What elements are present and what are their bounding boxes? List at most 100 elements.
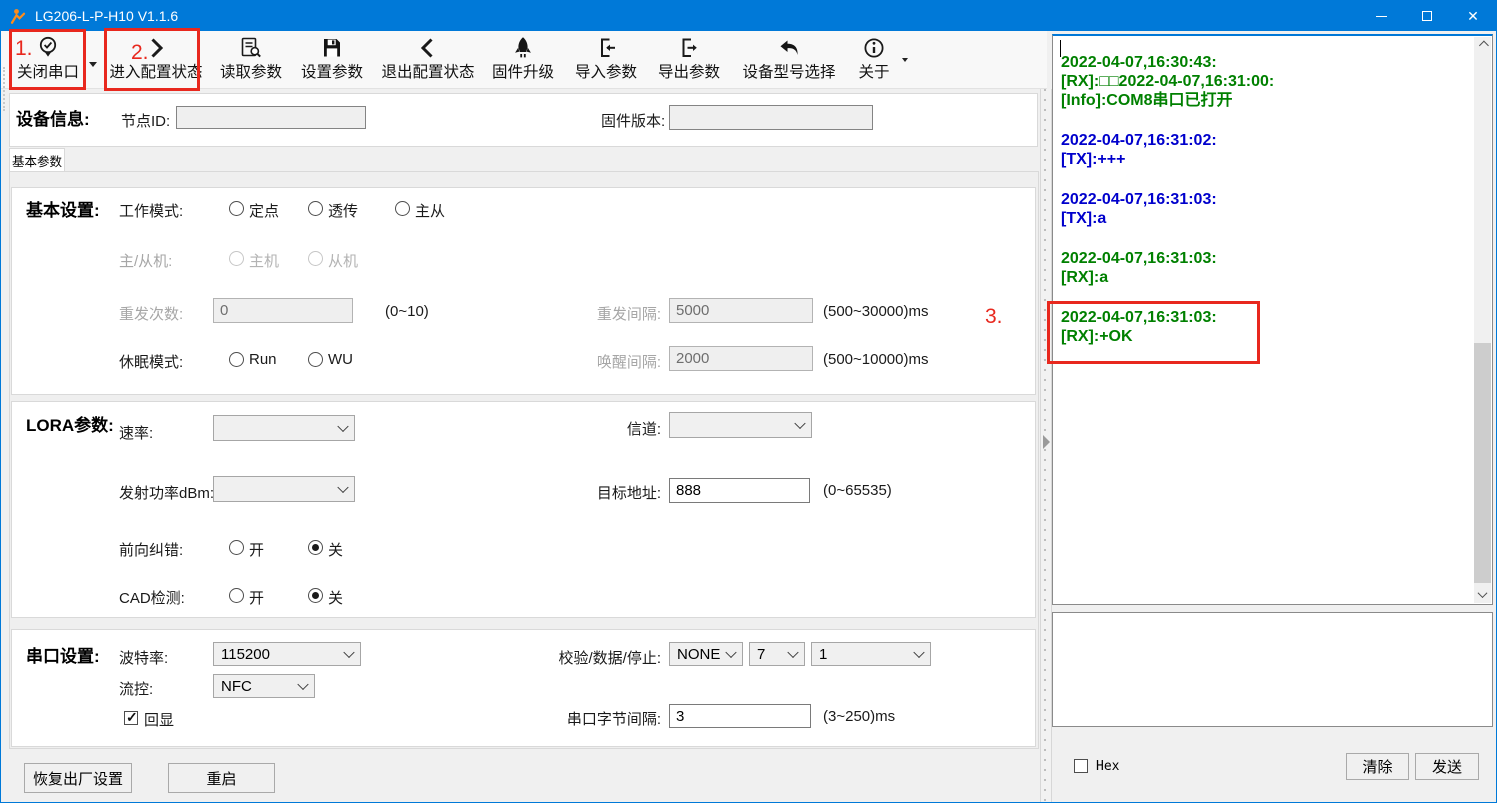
sleep-mode-radio-wu[interactable]	[308, 352, 323, 367]
parity-select[interactable]: NONE	[669, 642, 743, 666]
work-mode-option-transparent-label: 透传	[328, 200, 358, 221]
rate-select[interactable]	[213, 415, 355, 441]
rate-label: 速率:	[119, 422, 153, 443]
tx-power-label: 发射功率dBm:	[119, 482, 214, 503]
scrollbar-thumb[interactable]	[1474, 343, 1491, 583]
byte-interval-field[interactable]: 3	[669, 704, 811, 728]
close-button[interactable]: ✕	[1450, 1, 1496, 31]
chevron-left-icon	[415, 34, 441, 62]
fec-on-label: 开	[249, 539, 264, 560]
log-entry: 2022-04-07,16:31:03:[TX]:a	[1061, 190, 1468, 228]
close-icon: ✕	[1467, 9, 1479, 23]
work-mode-radio-fixed[interactable]	[229, 201, 244, 216]
toolbar-button-firmware-upgrade[interactable]: 固件升级	[487, 34, 559, 86]
baud-rate-label: 波特率:	[119, 647, 168, 668]
cad-radio-off[interactable]	[308, 588, 323, 603]
titlebar: LG206-L-P-H10 V1.1.6 ✕	[1, 1, 1496, 31]
save-icon	[319, 34, 345, 62]
toolbar-grip[interactable]	[3, 67, 7, 111]
close-serial-dropdown-caret-icon[interactable]	[89, 62, 97, 67]
clear-button[interactable]: 清除	[1346, 753, 1409, 780]
minimize-icon	[1376, 16, 1387, 17]
cad-radio-on[interactable]	[229, 588, 244, 603]
toolbar-button-exit-config[interactable]: 退出配置状态	[378, 34, 478, 86]
work-mode-radio-transparent[interactable]	[308, 201, 323, 216]
cad-off-label: 关	[328, 587, 343, 608]
fec-label: 前向纠错:	[119, 539, 183, 560]
slave-radio	[308, 251, 323, 266]
chevron-down-icon	[725, 647, 736, 658]
sleep-mode-option-wu-label: WU	[328, 351, 353, 368]
device-info-title: 设备信息:	[16, 105, 90, 130]
sleep-mode-radio-run[interactable]	[229, 352, 244, 367]
tx-power-select[interactable]	[213, 476, 355, 502]
annotation-number-2: 2.	[131, 41, 149, 65]
toolbar-overflow-caret-icon[interactable]	[902, 58, 908, 62]
log-entry: 2022-04-07,16:30:43:[RX]:□□2022-04-07,16…	[1061, 53, 1468, 110]
factory-reset-button[interactable]: 恢复出厂设置	[24, 763, 132, 793]
splitter-collapse-arrow-icon[interactable]	[1043, 435, 1050, 449]
wake-interval-hint: (500~10000)ms	[823, 351, 928, 368]
channel-select[interactable]	[669, 412, 812, 438]
hex-checkbox[interactable]	[1074, 759, 1088, 773]
chevron-down-icon	[787, 647, 798, 658]
stop-bits-select[interactable]: 1	[811, 642, 931, 666]
hex-label: Hex	[1096, 759, 1119, 774]
chevron-down-icon	[794, 418, 805, 429]
app-logo-icon	[9, 7, 27, 25]
toolbar-button-write-params[interactable]: 设置参数	[297, 34, 367, 86]
sleep-mode-option-run-label: Run	[249, 351, 277, 368]
flow-control-label: 流控:	[119, 678, 153, 699]
chevron-down-icon	[297, 679, 308, 690]
toolbar-button-import-params[interactable]: 导入参数	[570, 34, 642, 86]
fec-radio-on[interactable]	[229, 540, 244, 555]
minimize-button[interactable]	[1358, 1, 1404, 31]
firmware-version-field[interactable]	[669, 105, 873, 130]
toolbar-button-read-params[interactable]: 读取参数	[216, 34, 286, 86]
chevron-down-icon	[337, 482, 348, 493]
target-address-field[interactable]: 888	[669, 478, 810, 503]
import-icon	[593, 34, 619, 62]
resend-count-field: 0	[213, 298, 353, 323]
export-icon	[676, 34, 702, 62]
annotation-box-2	[104, 28, 200, 91]
toolbar-button-device-model-select[interactable]: 设备型号选择	[736, 34, 842, 86]
send-button[interactable]: 发送	[1415, 753, 1479, 780]
work-mode-option-master-slave-label: 主从	[415, 200, 445, 221]
lora-params-title: LORA参数:	[26, 411, 114, 436]
node-id-field[interactable]	[176, 106, 366, 129]
info-icon	[861, 34, 887, 62]
rocket-icon	[510, 34, 536, 62]
wake-interval-field: 2000	[669, 346, 813, 371]
work-mode-label: 工作模式:	[119, 200, 183, 221]
baud-rate-select[interactable]: 115200	[213, 642, 361, 666]
chevron-down-icon	[913, 647, 924, 658]
fec-radio-off[interactable]	[308, 540, 323, 555]
window-title: LG206-L-P-H10 V1.1.6	[35, 8, 178, 24]
restart-button[interactable]: 重启	[168, 763, 275, 793]
work-mode-radio-master-slave[interactable]	[395, 201, 410, 216]
toolbar-button-about[interactable]: 关于	[853, 34, 895, 86]
scroll-up-arrow-icon[interactable]	[1474, 37, 1491, 54]
send-message-input[interactable]	[1052, 612, 1493, 727]
app-window: LG206-L-P-H10 V1.1.6 ✕ 关闭串口 进入配置状态	[0, 0, 1497, 803]
flow-control-select[interactable]: NFC	[213, 674, 315, 698]
node-id-label: 节点ID:	[121, 110, 170, 131]
cad-label: CAD检测:	[119, 587, 185, 608]
lora-params-group	[11, 401, 1036, 618]
cad-on-label: 开	[249, 587, 264, 608]
tab-basic-params[interactable]: 基本参数	[9, 148, 65, 172]
document-search-icon	[238, 34, 264, 62]
maximize-button[interactable]	[1404, 1, 1450, 31]
serial-settings-title: 串口设置:	[26, 642, 100, 667]
panel-splitter[interactable]	[1040, 89, 1052, 803]
firmware-version-label: 固件版本:	[601, 110, 665, 131]
byte-interval-label: 串口字节间隔:	[541, 708, 661, 729]
data-bits-select[interactable]: 7	[749, 642, 805, 666]
log-scrollbar[interactable]	[1474, 37, 1491, 603]
master-radio	[229, 251, 244, 266]
echo-checkbox[interactable]	[124, 711, 138, 725]
byte-interval-hint: (3~250)ms	[823, 708, 895, 725]
toolbar-button-export-params[interactable]: 导出参数	[653, 34, 725, 86]
scroll-down-arrow-icon[interactable]	[1474, 586, 1491, 603]
